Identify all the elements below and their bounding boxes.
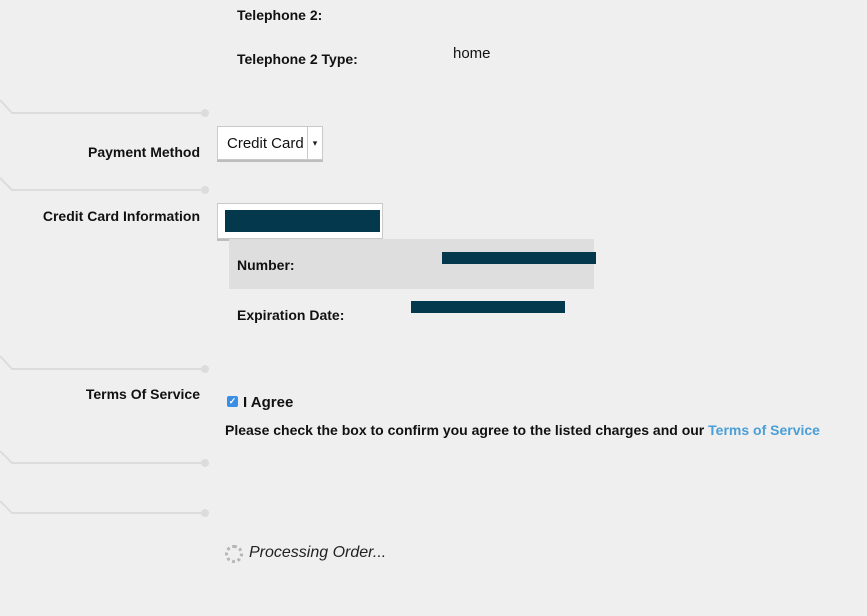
- agree-checkbox-label[interactable]: I Agree: [243, 394, 293, 411]
- credit-card-select[interactable]: [217, 203, 383, 239]
- processing-order-status: Processing Order...: [249, 544, 387, 561]
- payment-method-selected-value: Credit Card: [227, 134, 304, 152]
- telephone2-type-value: home: [453, 45, 491, 62]
- dropdown-arrow-icon[interactable]: ▾: [307, 127, 322, 159]
- terms-of-service-link[interactable]: Terms of Service: [708, 422, 820, 438]
- telephone2-label: Telephone 2:: [237, 7, 323, 23]
- terms-note: Please check the box to confirm you agre…: [225, 422, 820, 438]
- card-number-label: Number:: [237, 257, 295, 273]
- telephone2-type-label: Telephone 2 Type:: [237, 51, 358, 67]
- loading-spinner-icon: [225, 545, 243, 563]
- section-connector-lines: [0, 99, 209, 517]
- expiration-date-label: Expiration Date:: [237, 307, 345, 323]
- redacted-expiration-date: [411, 301, 565, 313]
- redacted-card-value: [225, 210, 380, 232]
- redacted-card-number: [442, 252, 596, 264]
- credit-card-info-label: Credit Card Information: [42, 208, 200, 224]
- payment-method-select[interactable]: Credit Card ▾: [217, 126, 323, 160]
- terms-of-service-label: Terms Of Service: [85, 386, 200, 402]
- terms-note-text: Please check the box to confirm you agre…: [225, 422, 709, 438]
- agree-checkbox[interactable]: ✓: [227, 396, 238, 407]
- payment-method-label: Payment Method: [87, 144, 200, 160]
